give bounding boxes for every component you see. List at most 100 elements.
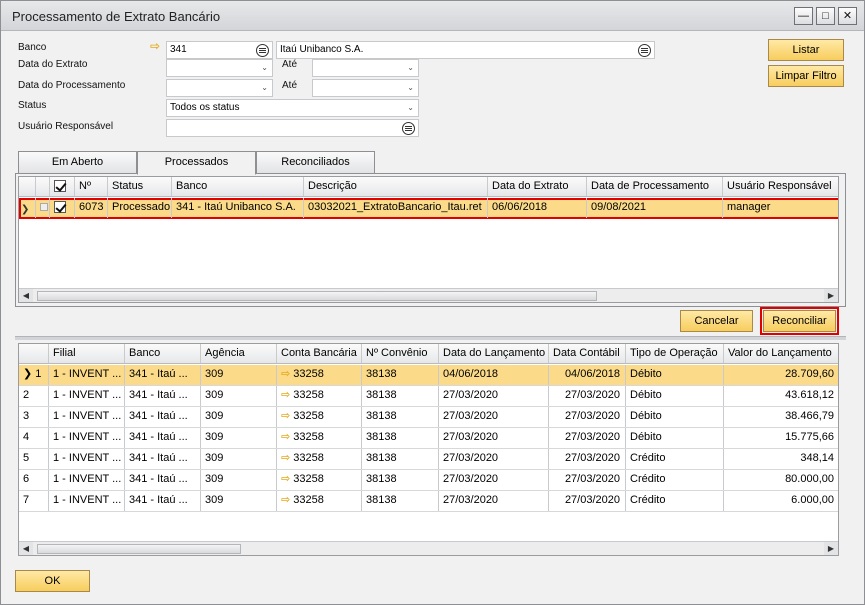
scroll-thumb[interactable]: [37, 291, 597, 301]
chevron-down-icon[interactable]: ⌄: [407, 100, 414, 116]
row-checkbox[interactable]: [50, 198, 75, 218]
table-row[interactable]: 6 1 - INVENT ... 341 - Itaú ... 309 ⇨ 33258 38…: [19, 470, 838, 491]
cell-filial-text: 1 - INVENT ...: [53, 452, 122, 464]
cell-conta-bancaria-text: 33258: [293, 452, 324, 464]
tab-processados[interactable]: Processados: [137, 151, 256, 175]
cell-valor-lancamento: 28.709,60: [724, 365, 838, 385]
cell-filial: 1 - INVENT ...: [49, 386, 125, 406]
col-banco[interactable]: Banco: [125, 344, 201, 363]
reconciliar-button[interactable]: Reconciliar: [760, 307, 839, 335]
cell-data-lancamento-text: 27/03/2020: [443, 389, 499, 401]
chevron-down-icon[interactable]: ⌄: [407, 60, 414, 76]
scroll-left-icon[interactable]: ◀: [19, 289, 33, 302]
tab-reconciliados[interactable]: Reconciliados: [256, 151, 375, 174]
ok-button[interactable]: OK: [15, 570, 90, 592]
chevron-down-icon[interactable]: ⌄: [407, 80, 414, 96]
cell-convenio-text: 38138: [366, 368, 397, 380]
listar-button[interactable]: Listar: [768, 39, 844, 61]
scroll-right-icon[interactable]: ▶: [824, 289, 838, 302]
row-number-label: 3: [23, 410, 30, 422]
panel-splitter[interactable]: [15, 336, 846, 340]
cell-agencia: 309: [201, 449, 277, 469]
choose-from-list-icon[interactable]: [638, 44, 651, 57]
row-number[interactable]: 3: [19, 407, 49, 427]
table-row[interactable]: ❯ 1 1 - INVENT ... 341 - Itaú ... 309 ⇨ 33258…: [19, 365, 838, 386]
row-number[interactable]: ❯ 1: [19, 365, 49, 385]
table-row[interactable]: 4 1 - INVENT ... 341 - Itaú ... 309 ⇨ 33258 38…: [19, 428, 838, 449]
cell-tipo-operacao: Crédito: [626, 491, 724, 511]
horizontal-scrollbar[interactable]: ◀ ▶: [19, 541, 838, 555]
col-convenio[interactable]: Nº Convênio: [362, 344, 439, 363]
scroll-right-icon[interactable]: ▶: [824, 542, 838, 555]
maximize-button[interactable]: □: [816, 7, 835, 25]
row-number[interactable]: 6: [19, 470, 49, 490]
limpar-filtro-button[interactable]: Limpar Filtro: [768, 65, 844, 87]
choose-from-list-icon[interactable]: [402, 122, 415, 135]
col-banco[interactable]: Banco: [172, 177, 304, 196]
col-data-lancamento[interactable]: Data do Lançamento: [439, 344, 549, 363]
link-arrow-icon[interactable]: ⇨: [150, 39, 160, 53]
col-tipo-operacao[interactable]: Tipo de Operação: [626, 344, 724, 363]
tab-em-aberto[interactable]: Em Aberto: [18, 151, 137, 174]
row-number[interactable]: 2: [19, 386, 49, 406]
close-button[interactable]: ✕: [838, 7, 857, 25]
cell-data-lancamento-text: 27/03/2020: [443, 473, 499, 485]
scroll-left-icon[interactable]: ◀: [19, 542, 33, 555]
cell-banco-text: 341 - Itaú ...: [129, 410, 188, 422]
cell-filial-text: 1 - INVENT ...: [53, 410, 122, 422]
choose-from-list-icon[interactable]: [256, 44, 269, 57]
col-filial[interactable]: Filial: [49, 344, 125, 363]
banco-name-field[interactable]: Itaú Unibanco S.A.: [276, 41, 655, 59]
scroll-thumb[interactable]: [37, 544, 241, 554]
chevron-down-icon[interactable]: ⌄: [261, 60, 268, 76]
cell-tipo-operacao-text: Débito: [630, 368, 662, 380]
col-conta-bancaria[interactable]: Conta Bancária: [277, 344, 362, 363]
col-data-processamento[interactable]: Data de Processamento: [587, 177, 723, 196]
minimize-button[interactable]: —: [794, 7, 813, 25]
link-arrow-icon[interactable]: ⇨: [281, 389, 290, 401]
col-data-extrato[interactable]: Data do Extrato: [488, 177, 587, 196]
table-row[interactable]: 5 1 - INVENT ... 341 - Itaú ... 309 ⇨ 33258 38…: [19, 449, 838, 470]
data-extrato-from-field[interactable]: ⌄: [166, 59, 273, 77]
col-valor-lancamento[interactable]: Valor do Lançamento: [724, 344, 838, 363]
link-arrow-icon[interactable]: ⇨: [281, 494, 290, 506]
row-number[interactable]: 5: [19, 449, 49, 469]
select-all-checkbox[interactable]: [50, 177, 75, 196]
cell-data-lancamento: 27/03/2020: [439, 470, 549, 490]
table-row[interactable]: 3 1 - INVENT ... 341 - Itaú ... 309 ⇨ 33258 38…: [19, 407, 838, 428]
row-number[interactable]: 7: [19, 491, 49, 511]
data-extrato-to-field[interactable]: ⌄: [312, 59, 419, 77]
cell-agencia-text: 309: [205, 410, 224, 422]
horizontal-scrollbar[interactable]: ◀ ▶: [19, 288, 838, 302]
link-arrow-icon[interactable]: ⇨: [281, 368, 290, 380]
link-arrow-icon[interactable]: ⇨: [281, 431, 290, 443]
col-agencia[interactable]: Agência: [201, 344, 277, 363]
cell-valor-lancamento-text: 6.000,00: [791, 494, 834, 506]
row-selector-icon[interactable]: ❯: [19, 198, 36, 218]
status-select[interactable]: Todos os status ⌄: [166, 99, 419, 117]
col-data-contabil[interactable]: Data Contábil: [549, 344, 626, 363]
row-number-label: 4: [23, 431, 30, 443]
col-descricao[interactable]: Descrição: [304, 177, 488, 196]
row-number[interactable]: 4: [19, 428, 49, 448]
link-arrow-icon[interactable]: ⇨: [281, 452, 290, 464]
cell-valor-lancamento: 6.000,00: [724, 491, 838, 511]
data-processamento-to-field[interactable]: ⌄: [312, 79, 419, 97]
chevron-down-icon[interactable]: ⌄: [261, 80, 268, 96]
col-num[interactable]: Nº: [75, 177, 108, 196]
table-row[interactable]: 7 1 - INVENT ... 341 - Itaú ... 309 ⇨ 33258 38…: [19, 491, 838, 512]
col-status[interactable]: Status: [108, 177, 172, 196]
link-arrow-icon[interactable]: ⇨: [281, 473, 290, 485]
table-row[interactable]: 2 1 - INVENT ... 341 - Itaú ... 309 ⇨ 33258 38…: [19, 386, 838, 407]
cell-data-contabil-text: 27/03/2020: [564, 473, 620, 485]
cell-conta-bancaria: ⇨ 33258: [277, 407, 362, 427]
usuario-field[interactable]: [166, 119, 419, 137]
table-row[interactable]: ❯ 6073 Processado 341 - Itaú Unibanco S.…: [19, 198, 838, 219]
cancelar-button[interactable]: Cancelar: [680, 310, 753, 332]
banco-code-field[interactable]: 341: [166, 41, 273, 59]
col-usuario[interactable]: Usuário Responsável: [723, 177, 838, 196]
cell-convenio-text: 38138: [366, 389, 397, 401]
data-processamento-from-field[interactable]: ⌄: [166, 79, 273, 97]
link-arrow-icon[interactable]: ⇨: [281, 410, 290, 422]
cell-banco: 341 - Itaú Unibanco S.A.: [172, 198, 304, 218]
